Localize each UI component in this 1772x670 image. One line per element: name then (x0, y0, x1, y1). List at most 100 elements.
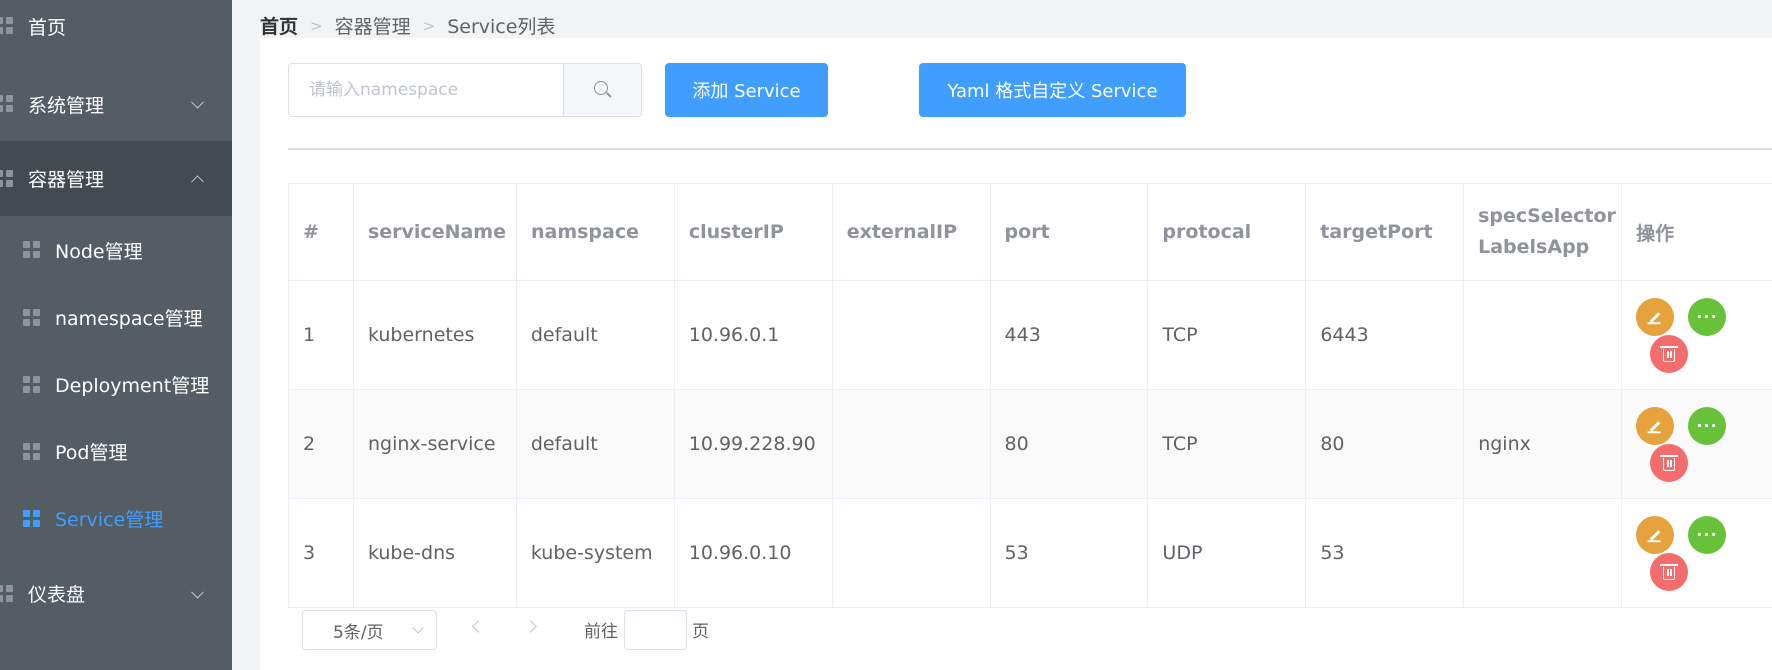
column-header: clusterIP (675, 184, 833, 280)
chevron-down-icon (191, 95, 204, 109)
edit-icon (1649, 529, 1661, 541)
more-button[interactable]: ··· (1688, 407, 1727, 445)
table-cell (1464, 281, 1623, 389)
table-cell: 443 (991, 281, 1149, 389)
more-icon: ··· (1696, 416, 1718, 435)
table-cell: 10.99.228.90 (675, 390, 833, 498)
breadcrumb: 首页 > 容器管理 > Service列表 (260, 12, 555, 39)
service-table: # serviceName namspace clusterIP externa… (288, 183, 1772, 608)
sidebar-item-label: 首页 (28, 16, 67, 39)
sidebar-item-system[interactable]: 系统管理 (0, 74, 232, 134)
table-cell: 2 (289, 390, 354, 498)
grid-icon (0, 17, 14, 35)
search-group (288, 63, 642, 117)
table-cell: 80 (1306, 390, 1465, 498)
table-cell: 10.96.0.10 (675, 499, 833, 607)
sidebar-item-node[interactable]: Node管理 (0, 216, 232, 284)
breadcrumb-separator-icon: > (310, 16, 323, 35)
goto-suffix: 页 (692, 622, 709, 642)
table-cell: kubernetes (354, 281, 517, 389)
table-cell (833, 390, 991, 498)
sidebar-item-namespace[interactable]: namespace管理 (0, 284, 232, 351)
sidebar-item-label: 仪表盘 (28, 584, 86, 606)
more-icon: ··· (1696, 525, 1718, 544)
grid-icon (23, 308, 41, 327)
table-cell: UDP (1148, 499, 1307, 607)
column-header: 操作 (1636, 222, 1675, 245)
add-service-button[interactable]: 添加 Service (665, 63, 828, 117)
grid-icon (0, 95, 14, 113)
table-cell (833, 281, 991, 389)
table-row: 3 kube-dns kube-system 10.96.0.10 53 UDP… (289, 499, 1772, 608)
actions-cell: ··· (1622, 499, 1772, 607)
table-cell (833, 499, 991, 607)
sidebar-item-dashboard[interactable]: 仪表盘 (0, 560, 232, 627)
table-cell (1464, 499, 1623, 607)
table-cell: 1 (289, 281, 354, 389)
table-row: 2 nginx-service default 10.99.228.90 80 … (289, 390, 1772, 499)
delete-button[interactable] (1650, 553, 1689, 591)
sidebar-item-pod[interactable]: Pod管理 (0, 418, 232, 485)
edit-button[interactable] (1636, 407, 1675, 445)
sidebar-item-label: Pod管理 (55, 442, 128, 464)
actions-cell: ··· (1622, 390, 1772, 498)
delete-icon (1660, 346, 1679, 362)
sidebar-item-label: Node管理 (55, 240, 143, 263)
more-button[interactable]: ··· (1688, 516, 1727, 554)
edit-button[interactable] (1636, 298, 1675, 336)
table-cell: nginx (1464, 390, 1623, 498)
column-header: externalIP (833, 184, 991, 280)
grid-icon (23, 509, 41, 528)
page-size-select[interactable]: 5条/页 (302, 610, 437, 650)
table-cell: kube-dns (354, 499, 517, 607)
table-cell: kube-system (517, 499, 675, 607)
table-header: # serviceName namspace clusterIP externa… (289, 184, 1772, 281)
grid-icon (0, 169, 14, 188)
column-header: specSelector LabelsApp (1464, 184, 1623, 280)
goto-page-input[interactable] (624, 610, 687, 650)
delete-button[interactable] (1650, 335, 1689, 373)
table-cell: 53 (991, 499, 1149, 607)
table-cell: 53 (1306, 499, 1465, 607)
edit-button[interactable] (1636, 516, 1675, 554)
table-cell: 3 (289, 499, 354, 607)
delete-button[interactable] (1650, 444, 1689, 482)
divider (288, 148, 1772, 150)
more-icon: ··· (1696, 307, 1718, 326)
search-button[interactable] (563, 64, 641, 116)
actions-cell: ··· (1622, 281, 1772, 389)
chevron-down-icon (412, 622, 424, 634)
delete-icon (1660, 455, 1679, 471)
sidebar-item-container[interactable]: 容器管理 (0, 141, 232, 216)
sidebar-item-label: Service管理 (55, 509, 164, 531)
more-button[interactable]: ··· (1688, 298, 1727, 336)
table-cell: 80 (991, 390, 1149, 498)
breadcrumb-separator-icon: > (422, 16, 436, 35)
chevron-down-icon (191, 585, 204, 599)
sidebar-item-label: Deployment管理 (55, 375, 210, 397)
column-header: # (289, 184, 354, 280)
column-header: namspace (517, 184, 675, 280)
grid-icon (0, 584, 14, 603)
sidebar-item-label: 系统管理 (28, 94, 105, 117)
chevron-up-icon (191, 174, 204, 188)
grid-icon (23, 241, 41, 259)
sidebar-item-home[interactable]: 首页 (0, 0, 232, 52)
delete-icon (1660, 564, 1679, 580)
table-cell: default (517, 281, 675, 389)
table-cell: TCP (1148, 281, 1307, 389)
sidebar-item-label: 容器管理 (28, 169, 105, 191)
sidebar: 首页 系统管理 容器管理 Node管理 namespace管理 Deployme… (0, 0, 232, 670)
grid-icon (23, 375, 41, 394)
breadcrumb-container[interactable]: 容器管理 (335, 12, 411, 39)
column-header: targetPort (1306, 184, 1465, 280)
sidebar-item-deployment[interactable]: Deployment管理 (0, 351, 232, 418)
yaml-service-button[interactable]: Yaml 格式自定义 Service (919, 63, 1186, 117)
sidebar-item-label: namespace管理 (55, 308, 203, 330)
sidebar-item-service[interactable]: Service管理 (0, 485, 232, 552)
goto-label: 前往 (584, 622, 618, 642)
breadcrumb-home[interactable]: 首页 (260, 12, 298, 39)
search-input[interactable] (289, 64, 564, 116)
table-cell: 10.96.0.1 (675, 281, 833, 389)
page-size-value: 5条/页 (333, 622, 384, 643)
